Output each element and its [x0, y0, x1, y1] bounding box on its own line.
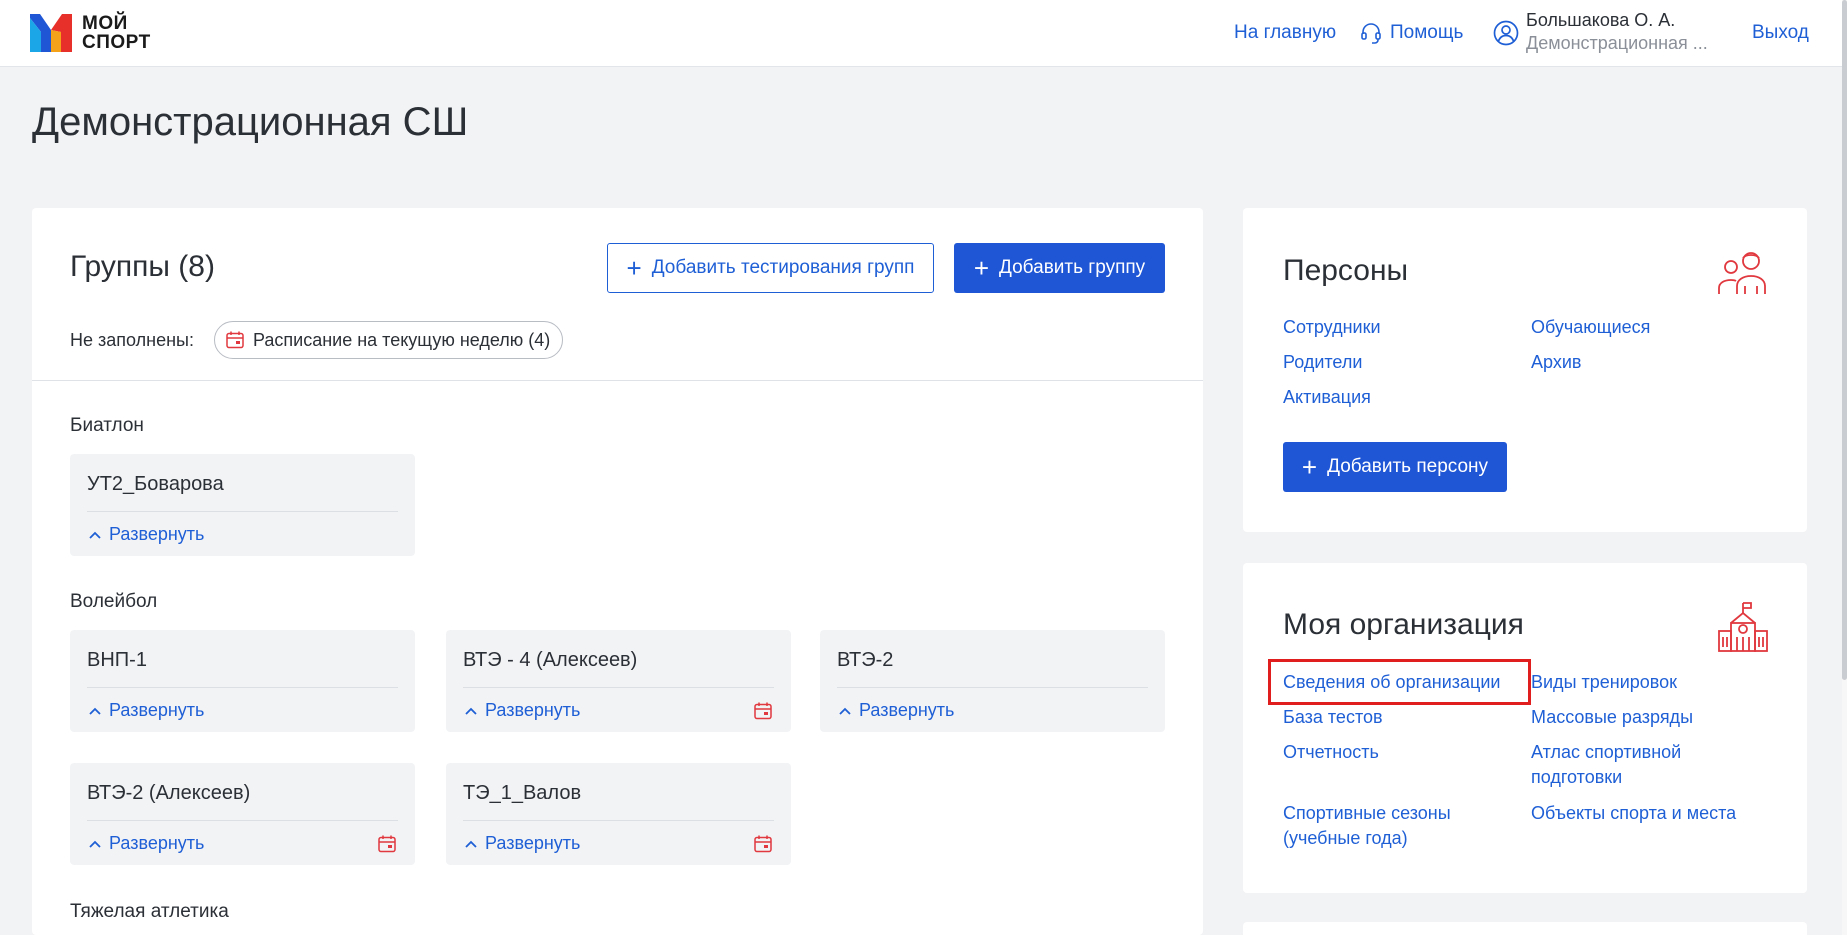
user-circle-icon — [1493, 20, 1519, 46]
expand-label: Развернуть — [485, 833, 581, 853]
groups-card: Группы (8) + Добавить тестирования групп… — [32, 208, 1203, 935]
user-profile[interactable]: Большакова О. А. Демонстрационная ... — [1492, 9, 1708, 55]
logo-text-line-1: МОЙ — [82, 13, 128, 34]
expand-link[interactable]: Развернуть — [89, 700, 204, 721]
nav-help-link[interactable]: Помощь — [1360, 22, 1463, 44]
unfilled-row: Не заполнены: Расписание на текущую неде… — [70, 321, 564, 359]
headset-icon — [1361, 23, 1381, 44]
plus-icon: + — [973, 253, 990, 283]
expand-link[interactable]: Развернуть — [89, 833, 204, 854]
expand-label: Развернуть — [109, 524, 205, 544]
scrollbar-thumb[interactable] — [1842, 0, 1847, 680]
unfilled-label: Не заполнены: — [70, 329, 194, 350]
group-name: ВТЭ - 4 (Алексеев) — [463, 649, 638, 671]
schedule-filter-chip[interactable]: Расписание на текущую неделю (4) — [213, 321, 564, 359]
logo-m-icon — [30, 14, 72, 52]
group-card-divider — [87, 687, 398, 688]
calendar-icon — [226, 331, 244, 349]
organization-title: Моя организация — [1283, 608, 1524, 641]
link-reports[interactable]: Отчетность — [1283, 740, 1379, 765]
group-name: ВНП-1 — [87, 649, 147, 671]
calendar-icon[interactable] — [753, 834, 773, 854]
top-header: МОЙ СПОРТ На главную Помощь Большакова О… — [0, 0, 1842, 67]
add-group-testing-label: Добавить тестирования групп — [651, 257, 915, 278]
persons-card: Персоны Сотрудники Обучающиеся Родители … — [1243, 208, 1807, 532]
chevron-up-icon — [839, 707, 851, 715]
logo-text: МОЙ СПОРТ — [82, 14, 151, 52]
chevron-up-icon — [465, 707, 477, 715]
calendar-icon[interactable] — [377, 834, 397, 854]
organization-card: Моя организация Сведения об организации … — [1243, 563, 1807, 893]
link-students[interactable]: Обучающиеся — [1531, 315, 1650, 340]
group-card[interactable]: УТ2_Боварова Развернуть — [70, 454, 415, 556]
group-name: ВТЭ-2 (Алексеев) — [87, 782, 251, 804]
add-group-button[interactable]: + Добавить группу — [954, 243, 1165, 293]
next-card — [1243, 922, 1807, 935]
link-employees[interactable]: Сотрудники — [1283, 315, 1381, 340]
link-sport-seasons[interactable]: Спортивные сезоны (учебные года) — [1283, 801, 1483, 851]
group-card-divider — [87, 511, 398, 512]
school-building-icon — [1718, 602, 1768, 652]
expand-label: Развернуть — [109, 833, 205, 853]
logo-text-line-2: СПОРТ — [82, 32, 151, 53]
link-tests-base[interactable]: База тестов — [1283, 705, 1383, 730]
user-name: Большакова О. А. — [1526, 10, 1676, 30]
user-org: Демонстрационная ... — [1526, 33, 1708, 53]
group-name: ТЭ_1_Валов — [463, 782, 582, 804]
chevron-up-icon — [89, 531, 101, 539]
link-training-types[interactable]: Виды тренировок — [1531, 670, 1677, 695]
expand-link[interactable]: Развернуть — [839, 700, 954, 721]
expand-link[interactable]: Развернуть — [465, 700, 580, 721]
nav-home-link[interactable]: На главную — [1234, 22, 1336, 44]
group-card-divider — [837, 687, 1148, 688]
expand-link[interactable]: Развернуть — [89, 524, 204, 545]
page-scrollbar[interactable] — [1842, 0, 1847, 935]
add-group-label: Добавить группу — [999, 257, 1146, 278]
group-card[interactable]: ВТЭ - 4 (Алексеев) Развернуть — [446, 630, 791, 732]
group-card[interactable]: ТЭ_1_Валов Развернуть — [446, 763, 791, 865]
persons-icon — [1718, 252, 1766, 294]
group-name: УТ2_Боварова — [87, 473, 224, 495]
page-title: Демонстрационная СШ — [32, 100, 469, 144]
nav-help-label: Помощь — [1390, 22, 1464, 43]
group-card[interactable]: ВНП-1 Развернуть — [70, 630, 415, 732]
link-mass-ranks[interactable]: Массовые разряды — [1531, 705, 1693, 730]
sport-title-volleyball: Волейбол — [70, 591, 158, 612]
link-archive[interactable]: Архив — [1531, 350, 1581, 375]
expand-label: Развернуть — [485, 700, 581, 720]
groups-divider — [32, 380, 1203, 381]
plus-icon: + — [1301, 452, 1318, 482]
expand-label: Развернуть — [109, 700, 205, 720]
logout-link[interactable]: Выход — [1752, 22, 1809, 44]
group-card-divider — [87, 820, 398, 821]
group-card-divider — [463, 820, 774, 821]
chevron-up-icon — [465, 840, 477, 848]
expand-link[interactable]: Развернуть — [465, 833, 580, 854]
add-person-button[interactable]: + Добавить персону — [1283, 442, 1507, 492]
logo[interactable]: МОЙ СПОРТ — [30, 14, 151, 52]
link-parents[interactable]: Родители — [1283, 350, 1362, 375]
calendar-icon[interactable] — [753, 701, 773, 721]
group-card[interactable]: ВТЭ-2 (Алексеев) Развернуть — [70, 763, 415, 865]
highlight-box — [1268, 659, 1531, 705]
group-name: ВТЭ-2 — [837, 649, 894, 671]
add-group-testing-button[interactable]: + Добавить тестирования групп — [607, 243, 934, 293]
chevron-up-icon — [89, 707, 101, 715]
groups-title: Группы (8) — [70, 250, 215, 283]
group-card[interactable]: ВТЭ-2 Развернуть — [820, 630, 1165, 732]
schedule-chip-label: Расписание на текущую неделю (4) — [252, 329, 551, 350]
link-sports-atlas[interactable]: Атлас спортивной подготовки — [1531, 740, 1731, 790]
add-person-label: Добавить персону — [1327, 456, 1489, 477]
plus-icon: + — [626, 253, 642, 283]
sport-title-weightlifting: Тяжелая атлетика — [70, 901, 229, 922]
chevron-up-icon — [89, 840, 101, 848]
expand-label: Развернуть — [859, 700, 955, 720]
group-card-divider — [463, 687, 774, 688]
link-activation[interactable]: Активация — [1283, 385, 1371, 410]
persons-title: Персоны — [1283, 254, 1409, 287]
link-sport-facilities[interactable]: Объекты спорта и места — [1531, 801, 1736, 826]
sport-title-biathlon: Биатлон — [70, 415, 144, 436]
